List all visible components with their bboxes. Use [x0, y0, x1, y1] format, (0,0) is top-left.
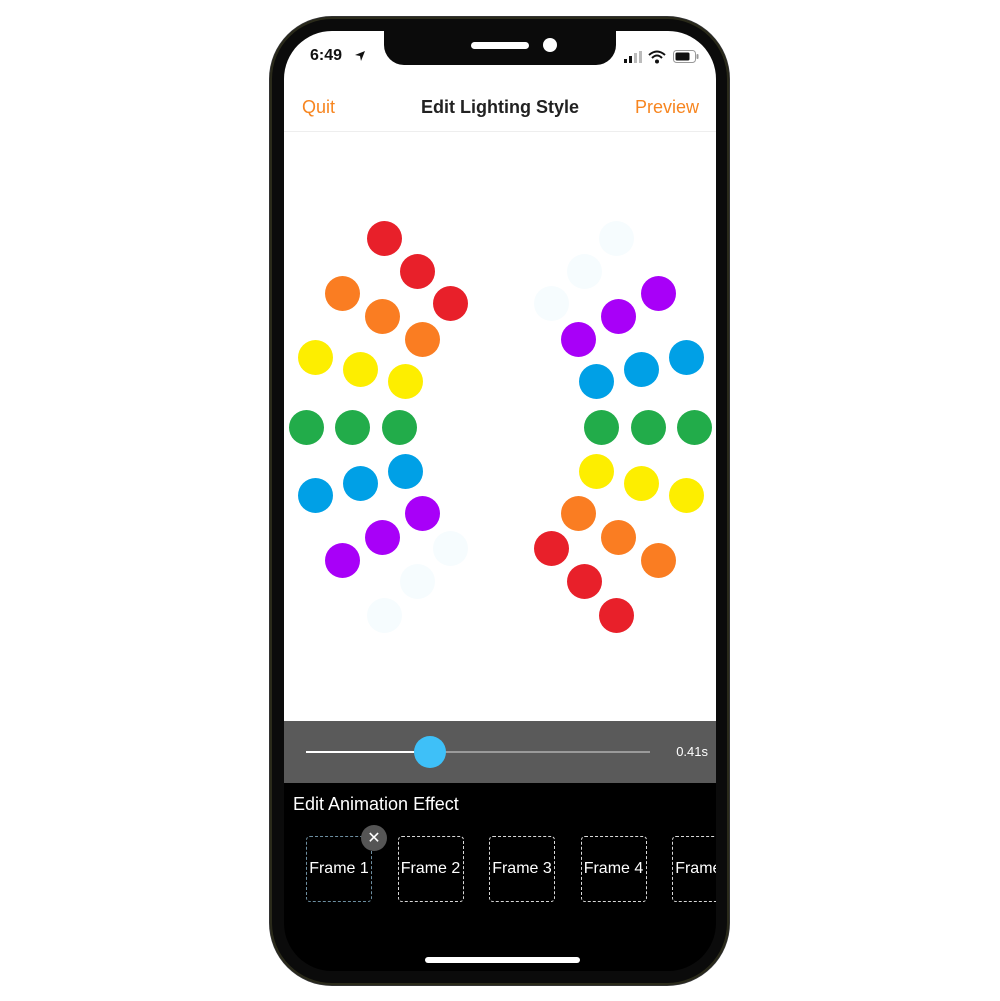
led-left-7[interactable]	[297, 339, 333, 375]
led-right-13[interactable]	[578, 453, 614, 489]
led-left-12[interactable]	[381, 409, 417, 445]
led-right-12[interactable]	[676, 409, 712, 445]
led-left-21[interactable]	[366, 597, 402, 633]
led-left-14[interactable]	[342, 465, 378, 501]
led-left-4[interactable]	[324, 275, 360, 311]
led-right-2[interactable]	[566, 253, 602, 289]
frame-3[interactable]: Frame 3	[489, 836, 555, 902]
led-left-20[interactable]	[399, 563, 435, 599]
frame-label: Frame 4	[583, 860, 644, 877]
led-right-1[interactable]	[598, 220, 634, 256]
led-left-18[interactable]	[404, 495, 440, 531]
led-right-3[interactable]	[533, 285, 569, 321]
frame-2[interactable]: Frame 2	[397, 836, 464, 902]
led-right-9[interactable]	[668, 339, 704, 375]
led-right-14[interactable]	[623, 465, 659, 501]
slider-fill	[306, 751, 430, 753]
frame-5[interactable]: Frame 5	[672, 836, 716, 902]
phone-screen: 6:49 Quit Edit Lighting Style Preview 0.…	[284, 31, 716, 971]
home-indicator[interactable]	[425, 957, 580, 963]
led-left-1[interactable]	[366, 220, 402, 256]
speed-slider-bar: 0.41s	[284, 721, 716, 783]
led-right-21[interactable]	[598, 597, 634, 633]
slider-value: 0.41s	[676, 744, 708, 759]
led-layout	[284, 31, 716, 721]
slider-thumb[interactable]	[413, 736, 446, 768]
led-left-16[interactable]	[324, 542, 360, 578]
led-right-6[interactable]	[640, 275, 676, 311]
section-title: Edit Animation Effect	[293, 794, 459, 814]
frame-label: Frame 3	[492, 860, 552, 877]
frame-label: Frame 1	[309, 860, 369, 877]
led-right-18[interactable]	[640, 542, 676, 578]
led-right-16[interactable]	[560, 495, 596, 531]
led-left-13[interactable]	[297, 477, 333, 513]
led-right-15[interactable]	[668, 477, 704, 513]
led-left-5[interactable]	[364, 298, 400, 334]
led-left-15[interactable]	[387, 453, 423, 489]
close-icon: ✕	[367, 830, 381, 847]
led-right-19[interactable]	[533, 530, 569, 566]
led-left-2[interactable]	[399, 253, 435, 289]
led-right-10[interactable]	[583, 409, 619, 445]
led-right-4[interactable]	[560, 321, 596, 357]
delete-frame-button[interactable]: ✕	[361, 825, 387, 851]
led-right-7[interactable]	[578, 363, 614, 399]
led-right-20[interactable]	[566, 563, 602, 599]
led-left-9[interactable]	[387, 363, 423, 399]
frame-list: Frame 1 Frame 2 Frame 3 Frame 4 Frame 5	[284, 836, 716, 908]
led-left-17[interactable]	[364, 519, 400, 555]
led-right-8[interactable]	[623, 351, 659, 387]
led-left-11[interactable]	[334, 409, 370, 445]
led-left-6[interactable]	[404, 321, 440, 357]
frame-4[interactable]: Frame 4	[580, 836, 647, 902]
frame-label: Frame 2	[400, 860, 461, 877]
led-right-11[interactable]	[630, 409, 666, 445]
frame-1[interactable]: Frame 1	[306, 836, 372, 902]
led-left-3[interactable]	[432, 285, 468, 321]
led-left-8[interactable]	[342, 351, 378, 387]
led-right-5[interactable]	[600, 298, 636, 334]
led-left-10[interactable]	[288, 409, 324, 445]
frame-label: Frame 5	[675, 860, 716, 877]
led-left-19[interactable]	[432, 530, 468, 566]
led-right-17[interactable]	[600, 519, 636, 555]
